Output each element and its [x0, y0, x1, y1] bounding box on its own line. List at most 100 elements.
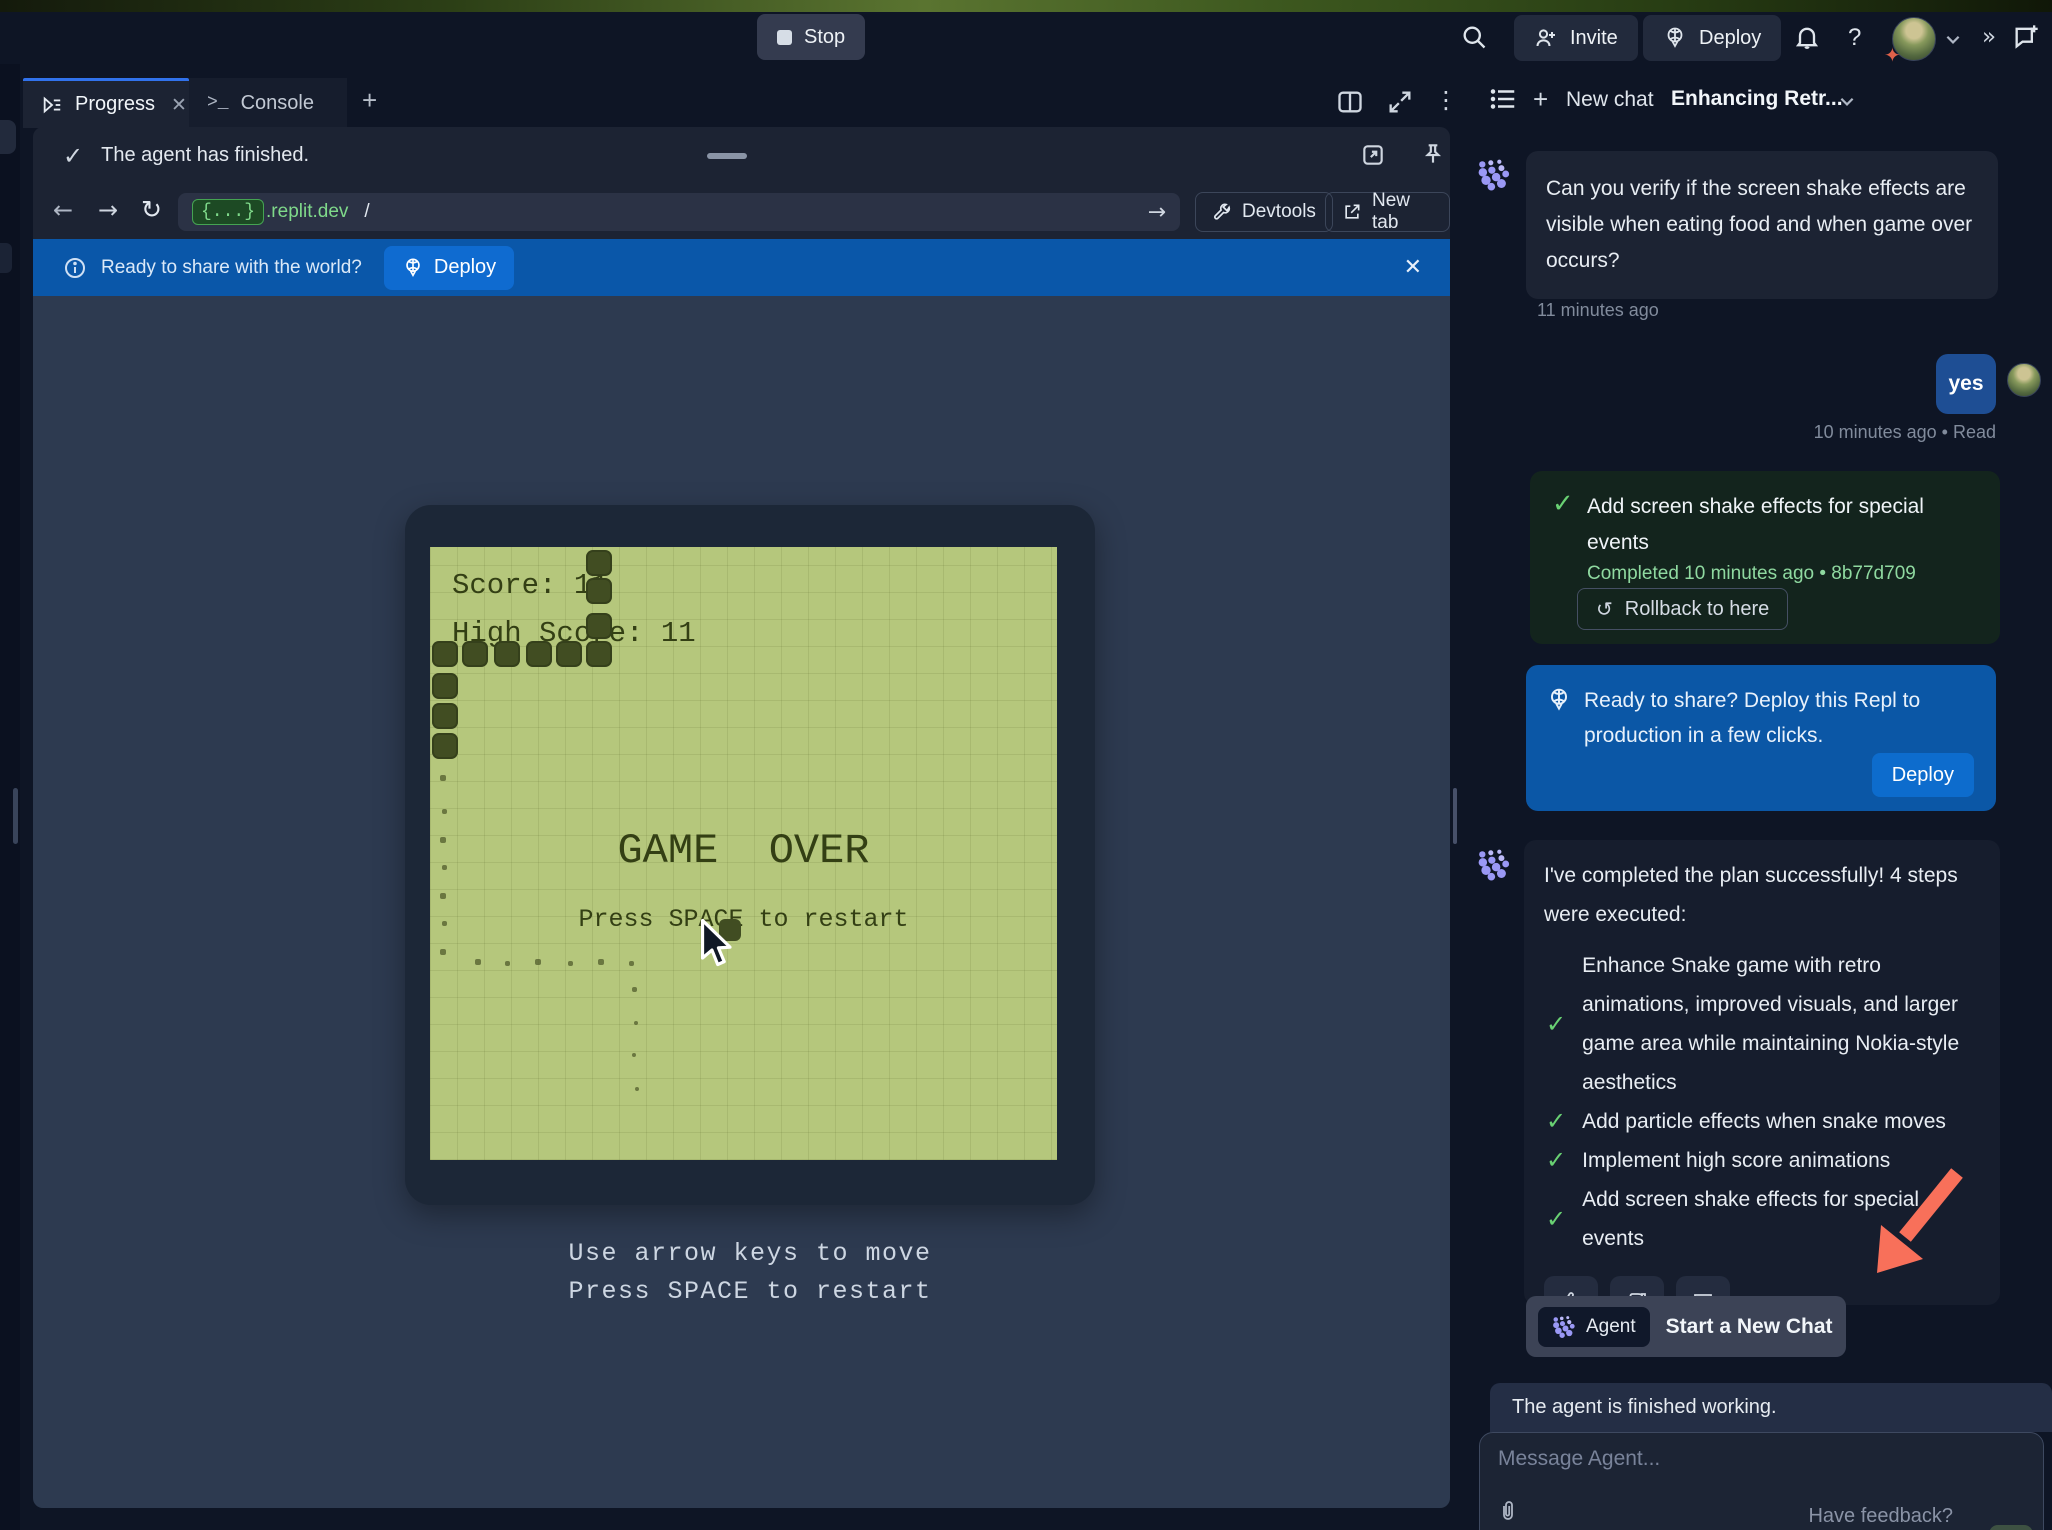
new-tab-button[interactable]: New tab: [1325, 192, 1450, 232]
thread-title[interactable]: Enhancing Retr...: [1671, 87, 1843, 111]
deploy-icon: [1663, 26, 1687, 50]
game-instructions: Use arrow keys to movePress SPACE to res…: [405, 1235, 1095, 1311]
stop-label: Stop: [804, 26, 845, 49]
invite-button[interactable]: Invite: [1514, 15, 1638, 61]
devtools-button[interactable]: Devtools: [1195, 192, 1333, 232]
expand-icon[interactable]: [1386, 88, 1414, 116]
deploy-card-button[interactable]: Deploy: [1872, 753, 1974, 797]
particle: [632, 987, 637, 992]
send-button[interactable]: ↑: [1989, 1525, 2033, 1530]
notifications-bell-icon[interactable]: [1793, 23, 1821, 51]
banner-deploy-button[interactable]: Deploy: [384, 246, 514, 290]
message-input-box[interactable]: Have feedback? ↑: [1479, 1432, 2044, 1530]
go-arrow-icon[interactable]: →: [1148, 200, 1166, 225]
agent-avatar: [1477, 158, 1511, 192]
left-rail-tab[interactable]: [0, 120, 16, 154]
task-meta: Completed 10 minutes ago • 8b77d709: [1587, 563, 1916, 585]
feedback-link[interactable]: Have feedback?: [1808, 1505, 1953, 1528]
split-view-icon[interactable]: [1336, 88, 1364, 116]
devtools-label: Devtools: [1242, 201, 1316, 223]
url-bar[interactable]: {...} .replit.dev / →: [178, 193, 1180, 231]
left-rail-tab-2[interactable]: [0, 243, 12, 273]
new-chat-plus-icon[interactable]: +: [1533, 84, 1548, 115]
reload-icon[interactable]: ↻: [141, 195, 162, 224]
plan-item-text: Add particle effects when snake moves: [1582, 1102, 1980, 1141]
agent-question-timestamp: 11 minutes ago: [1537, 300, 1659, 321]
message-input[interactable]: [1498, 1447, 2018, 1471]
tab-progress-label: Progress: [75, 93, 155, 116]
agent-summary-bubble: I've completed the plan successfully! 4 …: [1524, 840, 2000, 1305]
check-icon: ✓: [1546, 1005, 1566, 1044]
deploy-card-text: Ready to share? Deploy this Repl to prod…: [1584, 683, 1934, 753]
attach-paperclip-icon[interactable]: [1496, 1499, 1520, 1523]
check-icon: ✓: [63, 142, 83, 170]
snake-body-block: [462, 641, 488, 667]
start-new-chat-button[interactable]: Agent Start a New Chat: [1526, 1296, 1846, 1357]
restart-hint-text: Press SPACE to restart: [430, 905, 1057, 934]
deploy-button[interactable]: Deploy: [1643, 15, 1781, 61]
agent-status-text: The agent has finished.: [101, 144, 309, 167]
check-icon: ✓: [1546, 1200, 1566, 1239]
rollback-button[interactable]: ↺ Rollback to here: [1577, 588, 1788, 630]
snake-game-screen: Score: 11 High Score: 11 GAME OVER Press…: [430, 547, 1057, 1160]
agent-badge-label: Agent: [1586, 1316, 1636, 1338]
deploy-label: Deploy: [1699, 27, 1761, 50]
new-tab-plus-button[interactable]: +: [362, 85, 377, 116]
particle: [442, 921, 447, 926]
invite-person-plus-icon: [1534, 26, 1558, 50]
banner-close-icon[interactable]: ✕: [1404, 255, 1422, 280]
external-link-icon: [1342, 202, 1362, 222]
url-host: .replit.dev: [266, 201, 348, 223]
check-icon: ✓: [1546, 1141, 1566, 1180]
avatar-chevron-down-icon[interactable]: [1944, 30, 1962, 48]
browser-toolbar: ← → ↻ {...} .replit.dev / → Devtools: [33, 184, 1450, 239]
desktop-background-strip: [0, 0, 2052, 12]
collapse-chevrons[interactable]: »: [1982, 24, 1996, 50]
tab-console-label: Console: [241, 92, 314, 115]
left-rail-handle[interactable]: [13, 788, 18, 844]
pin-icon[interactable]: [1420, 141, 1446, 167]
thread-chevron-down-icon[interactable]: [1838, 92, 1856, 110]
plan-item-text: Add screen shake effects for special eve…: [1582, 1180, 1980, 1258]
stop-button[interactable]: Stop: [757, 14, 865, 60]
agent-status-bar: The agent is finished working.: [1490, 1383, 2052, 1432]
agent-question-bubble: Can you verify if the screen shake effec…: [1526, 151, 1998, 299]
kebab-menu-icon[interactable]: ⋮: [1434, 86, 1458, 114]
open-external-icon[interactable]: [1360, 142, 1386, 168]
help-icon[interactable]: ?: [1848, 24, 1861, 52]
preview-header: ✓ The agent has finished.: [33, 127, 1450, 184]
panel-divider-handle[interactable]: [1453, 788, 1457, 844]
plan-list: ✓Enhance Snake game with retro animation…: [1546, 946, 1980, 1258]
search-icon[interactable]: [1460, 23, 1488, 51]
tab-progress[interactable]: Progress ✕: [23, 78, 189, 128]
mouse-cursor: [698, 919, 736, 971]
agent-badge: Agent: [1538, 1307, 1650, 1347]
back-icon[interactable]: ←: [53, 196, 73, 224]
user-reply-bubble: yes: [1936, 354, 1996, 414]
chat-list-icon[interactable]: [1488, 84, 1518, 114]
particle: [598, 959, 604, 965]
game-over-text: GAME OVER: [430, 827, 1057, 875]
particle: [442, 809, 447, 814]
start-new-chat-label: Start a New Chat: [1666, 1315, 1833, 1339]
snake-body-block: [586, 641, 612, 667]
snake-body-block: [494, 641, 520, 667]
rollback-label: Rollback to here: [1625, 598, 1770, 621]
deploy-banner: Ready to share with the world? Deploy ✕: [33, 239, 1450, 296]
panel-drag-handle[interactable]: [707, 153, 747, 159]
stop-icon: [777, 30, 792, 45]
particle: [635, 1087, 639, 1091]
tab-console[interactable]: >_ Console: [189, 78, 347, 128]
new-thread-icon[interactable]: [2012, 23, 2040, 51]
preview-panel: ✓ The agent has finished. ← → ↻ {...} .r…: [33, 127, 1450, 1508]
wrench-icon: [1212, 202, 1232, 222]
forward-icon[interactable]: →: [98, 196, 118, 224]
tab-close-icon[interactable]: ✕: [171, 94, 187, 116]
snake-body-block: [432, 703, 458, 729]
new-chat-button[interactable]: New chat: [1566, 88, 1654, 112]
snake-body-block: [432, 673, 458, 699]
deploy-icon: [1546, 687, 1572, 713]
task-title: Add screen shake effects for special eve…: [1587, 489, 1967, 561]
app-preview: Score: 11 High Score: 11 GAME OVER Press…: [33, 296, 1450, 1508]
completed-task-card: ✓ Add screen shake effects for special e…: [1530, 471, 2000, 644]
